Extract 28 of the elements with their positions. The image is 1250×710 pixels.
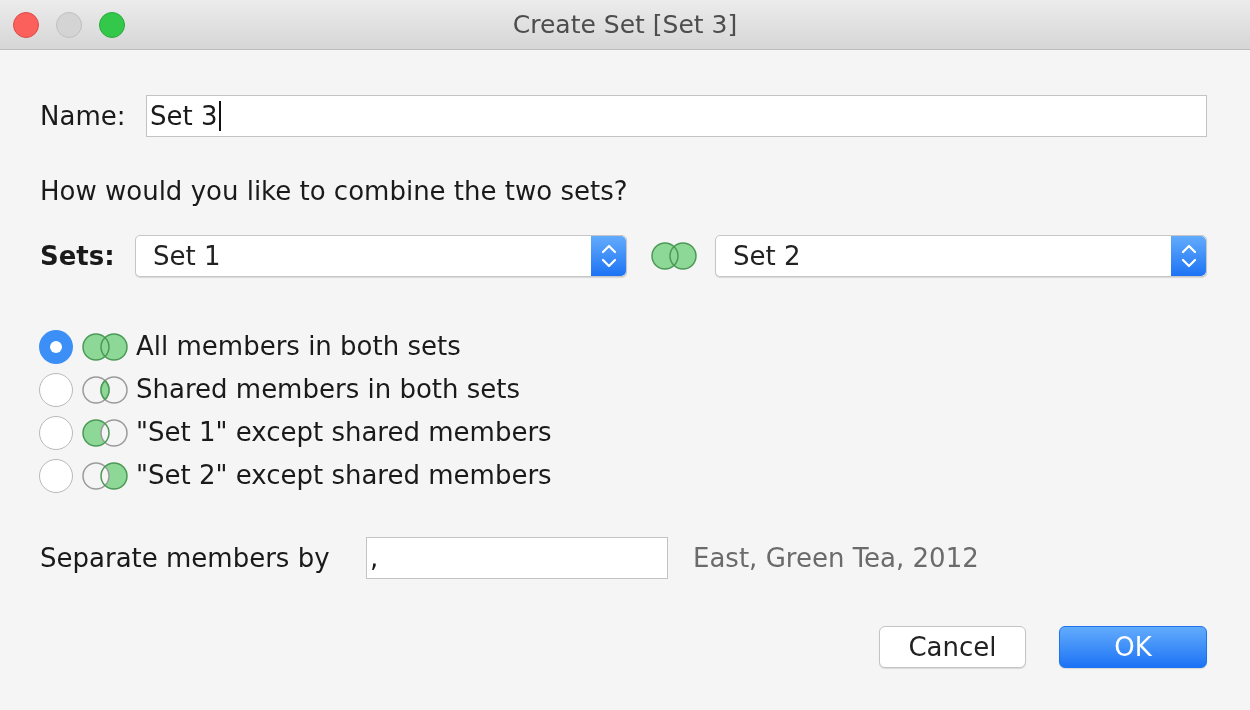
set-dropdown[interactable]: Set 2 — [715, 235, 1207, 277]
option-label[interactable]: All members in both sets — [136, 327, 461, 366]
venn-diagram-icon — [82, 375, 128, 404]
separator-input[interactable]: , — [366, 537, 668, 579]
window-title: Create Set [Set 3] — [512, 8, 738, 41]
radio-button[interactable] — [39, 372, 73, 407]
option-label[interactable]: "Set 2" except shared members — [136, 456, 552, 495]
venn-diagram-icon — [651, 242, 697, 270]
chevrons-up-down-icon — [591, 236, 626, 276]
sets-label: Sets: — [40, 239, 116, 273]
close-button[interactable] — [13, 11, 39, 38]
separator-label: Separate members by — [40, 541, 331, 575]
cancel-button[interactable]: Cancel — [879, 626, 1026, 668]
venn-diagram-icon — [82, 332, 128, 361]
zoom-button[interactable] — [99, 11, 125, 38]
venn-diagram-icon — [82, 418, 128, 447]
name-input[interactable]: Set 3 — [146, 95, 1207, 137]
question-text: How would you like to combine the two sets? — [40, 174, 628, 208]
venn-diagram-icon — [82, 461, 128, 490]
radio-button[interactable] — [39, 329, 73, 364]
example-text: East, Green Tea, 2012 — [693, 541, 979, 575]
chevrons-up-down-icon — [1171, 236, 1206, 276]
radio-button[interactable] — [39, 415, 73, 450]
option-label[interactable]: "Set 1" except shared members — [136, 413, 552, 452]
option-label[interactable]: Shared members in both sets — [136, 370, 521, 409]
name-label: Name: — [40, 99, 127, 133]
radio-button[interactable] — [39, 458, 73, 493]
set-dropdown[interactable]: Set 1 — [135, 235, 627, 277]
